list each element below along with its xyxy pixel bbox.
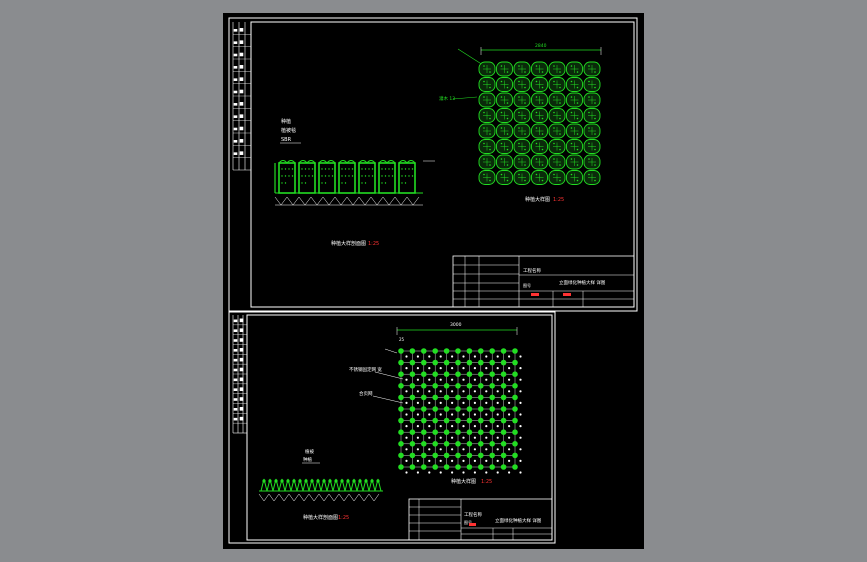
bottom-elevation-view: 植被 种植 种植大样剖面图 1:25	[258, 448, 383, 521]
top-left-label-3: SBR	[281, 137, 292, 143]
top-plan-dimension: 2840	[535, 43, 547, 49]
top-plan-title: 种植大样图	[525, 196, 550, 203]
bottom-callout-2: 合页网	[359, 390, 373, 397]
top-elevation-scale: 1:25	[368, 241, 379, 247]
top-title-drawing: 立面绿化种植大样 详图	[559, 279, 606, 286]
top-left-approval-column	[232, 22, 251, 171]
bottom-elevation-scale: 1:25	[338, 515, 349, 521]
top-title-project: 工程名称	[523, 267, 541, 274]
bottom-title-project: 工程名称	[464, 511, 482, 518]
bottom-elevation-title: 种植大样剖面图	[303, 514, 338, 521]
top-left-label-1: 种植	[281, 118, 291, 125]
top-elevation-title: 种植大样剖面图	[331, 240, 366, 247]
top-title-block: 工程名称 立面绿化种植大样 详图 图号	[452, 255, 635, 308]
bottom-callout-1: 不锈钢固定网 宽	[349, 366, 382, 373]
top-plan-view: 2840 灌木 13 种植大样图 1:25	[439, 43, 602, 203]
bottom-left-approval-column	[232, 315, 247, 434]
top-plant-label: 灌木 13	[439, 95, 455, 102]
bottom-plan-scale: 1:25	[481, 479, 492, 485]
cad-viewport[interactable]: 种植 植被毯 SBR 种植大样剖面图 1:25 2840 灌木 13 种植大样图…	[223, 13, 644, 549]
bottom-left-label-1: 植被	[305, 448, 314, 455]
top-title-code: 图号	[523, 282, 531, 288]
bottom-plan-dimension: 3000	[450, 322, 462, 328]
bottom-sheet: 植被 种植 种植大样剖面图 1:25 3000 25 不锈钢固定网 宽 合页网 …	[228, 311, 556, 544]
top-sheet: 种植 植被毯 SBR 种植大样剖面图 1:25 2840 灌木 13 种植大样图…	[228, 17, 638, 312]
bottom-plan-view: 3000 25 不锈钢固定网 宽 合页网 种植大样图 1:25	[349, 322, 522, 485]
bottom-title-block: 工程名称 立面绿化种植大样 详图 图号	[408, 498, 553, 541]
bottom-sheet-outer-frame	[228, 311, 556, 544]
bottom-plan-title: 种植大样图	[451, 478, 476, 485]
bottom-plan-dimension-small: 25	[399, 337, 405, 342]
drawing-canvas: 种植 植被毯 SBR 种植大样剖面图 1:25 2840 灌木 13 种植大样图…	[228, 17, 638, 544]
top-left-label-2: 植被毯	[281, 127, 296, 134]
bottom-title-drawing: 立面绿化种植大样 详图	[495, 517, 542, 524]
bottom-left-label-2: 种植	[303, 456, 312, 463]
top-elevation-view: 种植 植被毯 SBR 种植大样剖面图 1:25	[274, 118, 435, 247]
top-plan-scale: 1:25	[553, 197, 564, 203]
